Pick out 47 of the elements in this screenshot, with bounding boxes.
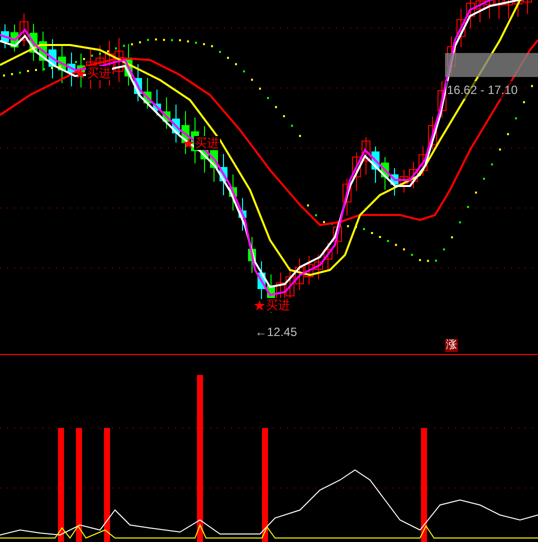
candlestick — [466, 0, 475, 29]
indicator-badge: 涨 — [445, 339, 458, 352]
candlestick — [144, 77, 152, 109]
candlestick — [172, 104, 180, 143]
candlestick — [58, 45, 66, 84]
candlestick — [324, 242, 332, 272]
candlestick — [418, 146, 428, 176]
candlestick — [333, 220, 342, 255]
buy-signal-label: 买进 — [86, 66, 112, 80]
candlestick — [153, 89, 161, 116]
star-icon — [183, 138, 194, 148]
low-price-label: ←12.45 — [255, 324, 298, 341]
star-icon — [254, 300, 265, 310]
candlestick — [238, 198, 246, 232]
buy-signal-label: 买进 — [265, 298, 291, 312]
candlestick — [485, 0, 494, 20]
candlestick — [134, 64, 142, 102]
candlestick — [476, 0, 484, 23]
candlestick — [39, 31, 47, 72]
candlestick — [438, 80, 446, 118]
candlestick — [68, 52, 76, 87]
candlestick — [162, 96, 170, 130]
candlestick — [342, 178, 352, 216]
candlestick — [248, 236, 256, 274]
candlestick — [494, 0, 504, 20]
candlestick — [428, 116, 437, 150]
candlestick — [258, 260, 266, 300]
candlestick — [400, 169, 408, 194]
candlestick — [286, 266, 294, 300]
candlestick — [352, 152, 361, 192]
price-range-label: 16.62 - 17.10 — [446, 81, 519, 99]
candlestick — [362, 136, 370, 176]
candlestick — [229, 174, 237, 211]
candlestick — [456, 8, 466, 48]
candlestick — [20, 13, 28, 47]
candlestick — [114, 37, 124, 83]
star-icon — [75, 68, 86, 78]
candlestick — [304, 256, 314, 286]
candlestick — [409, 161, 418, 190]
candlestick — [523, 0, 532, 14]
candlestick — [314, 254, 323, 280]
candlestick — [504, 0, 513, 20]
candlestick — [514, 0, 522, 18]
buy-signal-label: 买进 — [194, 136, 220, 150]
candlestick — [295, 258, 304, 290]
candlestick — [1, 24, 9, 49]
candlestick — [381, 156, 389, 190]
